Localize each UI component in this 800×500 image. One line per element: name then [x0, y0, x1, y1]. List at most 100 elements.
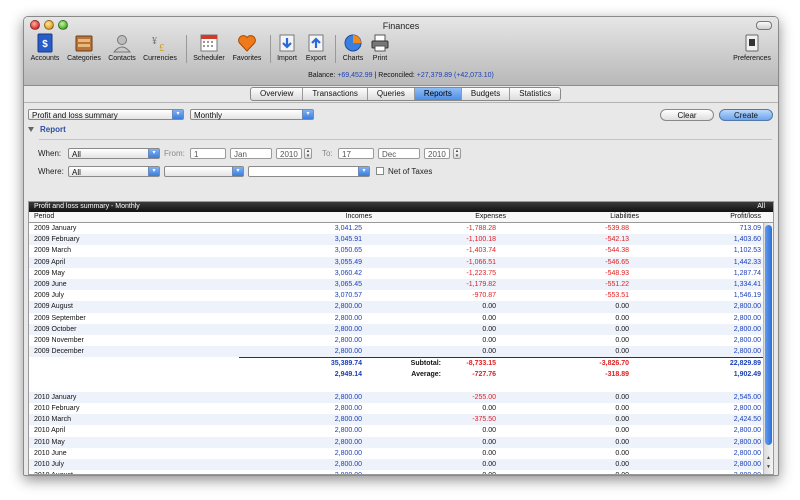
- disclosure-triangle-icon[interactable]: [28, 127, 34, 132]
- where-text-input[interactable]: ▾: [248, 166, 370, 177]
- chevron-updown-icon: ▾: [232, 167, 243, 176]
- table-row[interactable]: 2009 March 3,050.65 -1,403.74 -544.38 1,102.…: [29, 245, 763, 256]
- table-row[interactable]: 2009 June 3,065.45 -1,179.82 -551.22 1,334.4…: [29, 278, 763, 291]
- toolbar-favorites[interactable]: Favorites: [229, 33, 265, 65]
- table-row[interactable]: 2010 May 2,800.00 0.00 0.00 2,800.00: [29, 436, 763, 448]
- toolbar-accounts[interactable]: $ Accounts: [28, 33, 62, 65]
- column-header-period[interactable]: Period: [34, 212, 54, 222]
- to-year-stepper[interactable]: ▴ ▾: [453, 148, 461, 159]
- table-row[interactable]: 2009 July 3,070.57 -970.87 -553.51 1,546.19: [29, 290, 763, 301]
- row-period: Subtotal:: [410, 360, 441, 368]
- toolbar-contacts[interactable]: Contacts: [106, 33, 138, 65]
- toolbar-separator: [270, 35, 271, 63]
- create-button[interactable]: Create: [719, 109, 773, 121]
- table-row[interactable]: 2010 July 2,800.00 0.00 0.00 2,800.00: [29, 458, 763, 471]
- table-row[interactable]: 2010 April 2,800.00 0.00 0.00 2,800.00: [29, 425, 763, 436]
- column-header-expenses[interactable]: Expenses: [475, 212, 506, 222]
- column-header-profit-loss[interactable]: Profit/loss: [730, 212, 761, 222]
- table-row[interactable]: 2010 August 2,800.00 0.00 0.00 2,800.00: [29, 470, 763, 474]
- toolbar-charts[interactable]: Charts: [339, 33, 367, 65]
- row-expenses: -255.00: [472, 393, 496, 401]
- table-row[interactable]: 2009 January 3,041.25 -1,788.28 -539.88 713.…: [29, 223, 763, 234]
- when-value: All: [72, 150, 81, 159]
- table-row[interactable]: 2009 December 2,800.00 0.00 0.00 2,800.00: [29, 346, 763, 358]
- row-liabilities: -548.93: [605, 269, 629, 277]
- subtotal-row[interactable]: Subtotal: 35,389.74 -8,733.15 -3,826.70 22,8…: [239, 357, 763, 369]
- accounts-icon: $: [35, 33, 55, 53]
- tab-transactions[interactable]: Transactions: [303, 88, 368, 100]
- table-row[interactable]: 2009 August 2,800.00 0.00 0.00 2,800.00: [29, 301, 763, 313]
- scroll-up-arrow-icon[interactable]: ▲: [765, 455, 772, 462]
- where-label: Where:: [38, 167, 64, 176]
- from-year-field[interactable]: 2010: [276, 148, 302, 159]
- row-expenses: 0.00: [482, 348, 496, 356]
- row-period: 2009 November: [34, 336, 84, 344]
- table-row[interactable]: 2009 April 3,055.49 -1,066.51 -546.65 1,442.…: [29, 256, 763, 268]
- from-month-field[interactable]: Jan: [230, 148, 272, 159]
- period-type-select[interactable]: Monthly ▾: [190, 109, 314, 120]
- report-type-select[interactable]: Profit and loss summary ▾: [28, 109, 184, 120]
- row-period: Average:: [411, 371, 441, 379]
- row-period: 2009 October: [34, 325, 77, 333]
- average-row[interactable]: Average: 2,949.14 -727.76 -318.89 1,902.49: [239, 369, 763, 380]
- toolbar-preferences[interactable]: Preferences: [730, 33, 774, 65]
- row-expenses: -1,223.75: [466, 269, 496, 277]
- toolbar-scheduler[interactable]: Scheduler: [190, 33, 228, 65]
- tab-budgets[interactable]: Budgets: [462, 88, 511, 100]
- toolbar-separator: [186, 35, 187, 63]
- clear-button[interactable]: Clear: [660, 109, 714, 121]
- table-row[interactable]: 2010 January 2,800.00 -255.00 0.00 2,545.00: [29, 391, 763, 403]
- table-row[interactable]: 2010 June 2,800.00 0.00 0.00 2,800.00: [29, 448, 763, 459]
- table-row[interactable]: 2009 October 2,800.00 0.00 0.00 2,800.00: [29, 323, 763, 335]
- contacts-icon: [112, 33, 132, 53]
- toolbar-label: Favorites: [232, 55, 262, 62]
- where-secondary-select[interactable]: ▾: [164, 166, 244, 177]
- table-row[interactable]: 2010 February 2,800.00 0.00 0.00 2,800.00: [29, 403, 763, 414]
- tab-queries[interactable]: Queries: [368, 88, 415, 100]
- row-expenses: 0.00: [482, 405, 496, 412]
- to-day-field[interactable]: 17: [338, 148, 374, 159]
- row-incomes: 3,050.65: [334, 247, 362, 255]
- to-month-field[interactable]: Dec: [378, 148, 420, 159]
- row-expenses: 0.00: [482, 470, 496, 474]
- table-row[interactable]: 2009 November 2,800.00 0.00 0.00 2,800.00: [29, 335, 763, 346]
- reconciled-difference: (+42,073.10): [453, 72, 494, 79]
- row-expenses: 0.00: [482, 303, 496, 311]
- net-of-taxes-checkbox[interactable]: [376, 167, 384, 175]
- toolbar-print[interactable]: Print: [368, 33, 392, 65]
- row-profit-loss: 713.09: [739, 225, 761, 232]
- from-year-stepper[interactable]: ▴ ▾: [304, 148, 312, 159]
- table-row[interactable]: 2010 March 2,800.00 -375.50 0.00 2,424.50: [29, 414, 763, 426]
- row-profit-loss: 2,800.00: [733, 405, 761, 412]
- report-section-title[interactable]: Report: [40, 125, 66, 134]
- titlebar: Finances $ Accounts Categories Contacts …: [24, 17, 778, 86]
- row-incomes: 2,800.00: [334, 348, 362, 356]
- table-row[interactable]: 2009 May 3,060.42 -1,223.75 -548.93 1,287.74: [29, 268, 763, 279]
- vertical-scrollbar[interactable]: ▲ ▼: [763, 223, 773, 474]
- tab-reports[interactable]: Reports: [414, 88, 462, 100]
- export-icon: [306, 33, 326, 53]
- to-year-field[interactable]: 2010: [424, 148, 450, 159]
- from-day-field[interactable]: 1: [190, 148, 226, 159]
- table-row[interactable]: 2009 September 2,800.00 0.00 0.00 2,800.00: [29, 313, 763, 324]
- when-select[interactable]: All ▾: [68, 148, 160, 159]
- toolbar-currencies[interactable]: ¥ £ Currencies: [140, 33, 180, 65]
- row-profit-loss: 2,424.50: [733, 416, 761, 424]
- column-header-incomes[interactable]: Incomes: [346, 212, 372, 222]
- column-header-liabilities[interactable]: Liabilities: [610, 212, 639, 222]
- scrollbar-thumb[interactable]: [765, 225, 772, 445]
- tab-statistics[interactable]: Statistics: [510, 88, 560, 100]
- toolbar-import[interactable]: Import: [274, 33, 300, 65]
- row-liabilities: -551.22: [605, 280, 629, 288]
- scroll-down-arrow-icon[interactable]: ▼: [765, 464, 772, 471]
- table-row[interactable]: 2009 February 3,045.91 -1,100.18 -542.13 1,4…: [29, 234, 763, 246]
- where-select[interactable]: All ▾: [68, 166, 160, 177]
- row-expenses: -1,179.82: [466, 280, 496, 288]
- from-month-value: Jan: [234, 150, 247, 159]
- toolbar-categories[interactable]: Categories: [64, 33, 104, 65]
- toolbar-toggle-button[interactable]: [756, 21, 772, 30]
- row-period: 2009 December: [34, 348, 84, 356]
- toolbar-export[interactable]: Export: [302, 33, 330, 65]
- report-scope: All: [757, 203, 765, 210]
- tab-overview[interactable]: Overview: [251, 88, 304, 100]
